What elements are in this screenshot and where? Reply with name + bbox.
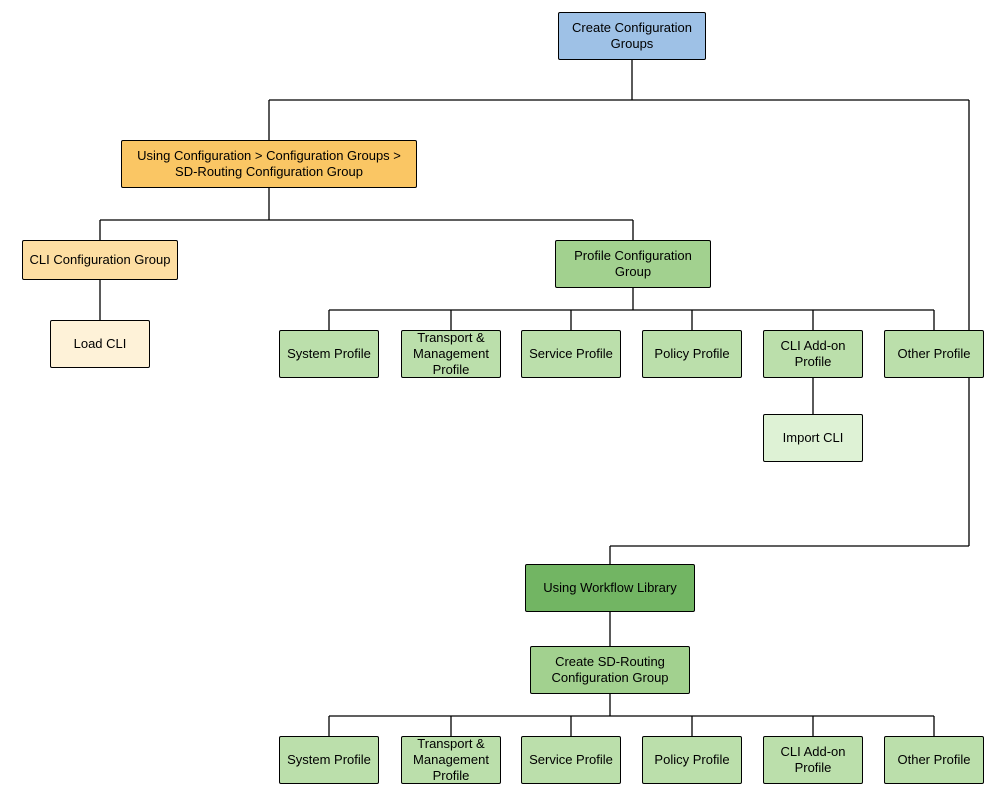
node-system-profile-upper: System Profile xyxy=(279,330,379,378)
node-cli-configuration-group: CLI Configuration Group xyxy=(22,240,178,280)
node-create-sd-routing-config-group: Create SD-Routing Configuration Group xyxy=(530,646,690,694)
node-system-profile-lower: System Profile xyxy=(279,736,379,784)
node-policy-profile-lower: Policy Profile xyxy=(642,736,742,784)
node-cli-addon-profile-lower: CLI Add-on Profile xyxy=(763,736,863,784)
node-transport-mgmt-profile-upper: Transport & Management Profile xyxy=(401,330,501,378)
connector-lines xyxy=(0,0,1000,807)
node-transport-mgmt-profile-lower: Transport & Management Profile xyxy=(401,736,501,784)
node-service-profile-upper: Service Profile xyxy=(521,330,621,378)
node-import-cli: Import CLI xyxy=(763,414,863,462)
node-using-configuration-path: Using Configuration > Configuration Grou… xyxy=(121,140,417,188)
node-other-profile-lower: Other Profile xyxy=(884,736,984,784)
node-using-workflow-library: Using Workflow Library xyxy=(525,564,695,612)
node-load-cli: Load CLI xyxy=(50,320,150,368)
node-other-profile-upper: Other Profile xyxy=(884,330,984,378)
node-profile-configuration-group: Profile Configuration Group xyxy=(555,240,711,288)
node-cli-addon-profile-upper: CLI Add-on Profile xyxy=(763,330,863,378)
node-create-config-groups: Create Configuration Groups xyxy=(558,12,706,60)
node-service-profile-lower: Service Profile xyxy=(521,736,621,784)
node-policy-profile-upper: Policy Profile xyxy=(642,330,742,378)
